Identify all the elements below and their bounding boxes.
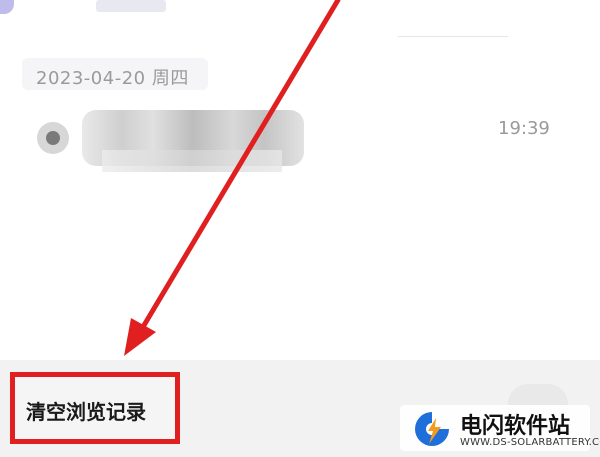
date-header: 2023-04-20 周四 — [36, 68, 189, 89]
lightning-logo-icon — [415, 412, 449, 446]
partial-history-icon — [0, 0, 14, 14]
watermark-url: WWW.DS-SOLARBATTERY.COM — [460, 437, 600, 448]
site-favicon-icon — [37, 122, 69, 154]
clear-history-button[interactable]: 清空浏览记录 — [26, 396, 146, 425]
partial-history-text — [96, 0, 166, 12]
watermark-title: 电闪软件站 — [460, 414, 571, 439]
history-entry-url-blurred — [102, 150, 282, 172]
history-entry-time: 19:39 — [498, 118, 550, 139]
history-list: 2023-04-20 周四 19:39 — [0, 0, 600, 360]
divider — [398, 36, 508, 37]
